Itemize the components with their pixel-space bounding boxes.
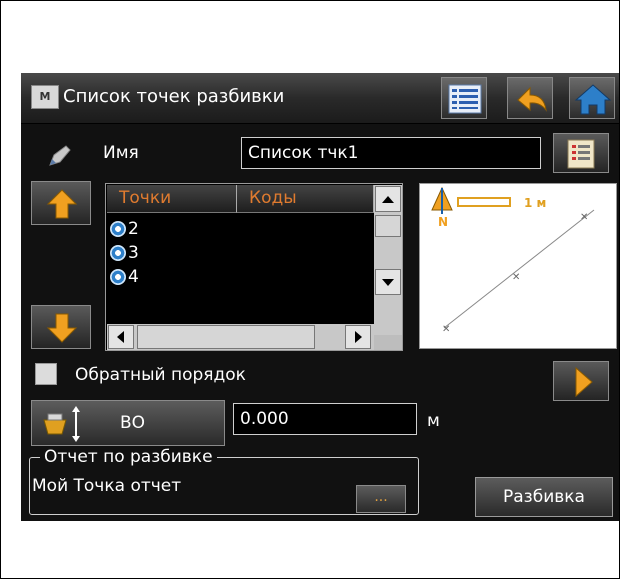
name-label: Имя bbox=[103, 143, 139, 163]
window-title: Список точек разбивки bbox=[63, 86, 285, 107]
scroll-corner bbox=[374, 335, 402, 350]
point-icon bbox=[110, 269, 126, 285]
horizontal-scroll-thumb[interactable] bbox=[137, 325, 315, 349]
stakeout-button[interactable]: Разбивка bbox=[475, 477, 613, 517]
scroll-up-arrow-icon[interactable] bbox=[375, 186, 401, 212]
screen-frame: M Список точек разбивки Имя Список тчк1 … bbox=[0, 0, 620, 579]
scroll-down-arrow-icon[interactable] bbox=[375, 269, 401, 295]
home-icon bbox=[574, 84, 612, 115]
title-bar: M Список точек разбивки bbox=[21, 73, 619, 124]
move-up-button[interactable] bbox=[31, 181, 91, 225]
edit-name-icon bbox=[49, 145, 71, 166]
move-down-button[interactable] bbox=[31, 305, 91, 349]
point-name: 2 bbox=[128, 219, 139, 239]
reverse-order-label: Обратный порядок bbox=[75, 365, 246, 385]
scroll-left-arrow-icon[interactable] bbox=[108, 325, 134, 349]
back-button[interactable] bbox=[507, 77, 553, 119]
list-icon bbox=[448, 84, 482, 114]
browse-report-button[interactable]: ... bbox=[356, 485, 406, 513]
scale-label: 1 м bbox=[524, 196, 546, 210]
height-mode-button[interactable]: ВО bbox=[31, 400, 225, 446]
north-arrow-icon bbox=[431, 186, 453, 214]
report-name: Мой Точка отчет bbox=[32, 476, 182, 496]
instrument-height-icon bbox=[43, 406, 80, 442]
scale-bar bbox=[457, 197, 511, 207]
map-canvas: N 1 м ✕ ✕ ✕ bbox=[431, 186, 595, 335]
list-item[interactable]: 3 bbox=[110, 242, 139, 264]
app-logo-icon: M bbox=[31, 85, 59, 109]
stake-line bbox=[443, 209, 595, 329]
vertical-scroll-thumb[interactable] bbox=[375, 215, 401, 237]
horizontal-scrollbar[interactable] bbox=[107, 324, 374, 350]
north-label: N bbox=[438, 215, 448, 229]
home-button[interactable] bbox=[569, 77, 615, 119]
point-icon bbox=[110, 245, 126, 261]
name-input[interactable]: Список тчк1 bbox=[241, 137, 541, 169]
point-list-icon bbox=[567, 139, 595, 169]
height-unit-label: м bbox=[427, 411, 440, 431]
scroll-right-arrow-icon[interactable] bbox=[345, 325, 371, 349]
arrow-right-icon bbox=[575, 366, 593, 398]
vertical-scrollbar[interactable] bbox=[374, 185, 402, 335]
map-point: ✕ bbox=[580, 212, 588, 223]
reverse-order-checkbox[interactable] bbox=[35, 363, 57, 385]
list-view-button[interactable] bbox=[441, 77, 487, 119]
column-header-codes[interactable]: Коды bbox=[237, 185, 374, 213]
list-select-button[interactable] bbox=[553, 133, 609, 173]
point-name: 4 bbox=[128, 267, 139, 287]
map-point: ✕ bbox=[442, 324, 450, 335]
map-point: ✕ bbox=[512, 272, 520, 283]
arrow-down-icon bbox=[46, 313, 78, 343]
back-arrow-icon bbox=[517, 86, 547, 112]
height-value-input[interactable]: 0.000 bbox=[233, 403, 417, 435]
list-item[interactable]: 4 bbox=[110, 266, 139, 288]
column-header-points[interactable]: Точки bbox=[107, 185, 237, 213]
point-icon bbox=[110, 221, 126, 237]
arrow-up-icon bbox=[46, 189, 78, 219]
height-mode-label: ВО bbox=[120, 413, 146, 433]
report-group-title: Отчет по разбивке bbox=[40, 447, 217, 467]
list-item[interactable]: 2 bbox=[110, 218, 139, 240]
next-button[interactable] bbox=[553, 361, 609, 401]
points-list[interactable]: Точки Коды 2 3 4 bbox=[105, 183, 403, 351]
app-window: M Список точек разбивки Имя Список тчк1 … bbox=[21, 73, 619, 521]
point-name: 3 bbox=[128, 243, 139, 263]
map-preview[interactable]: N 1 м ✕ ✕ ✕ bbox=[419, 183, 617, 349]
